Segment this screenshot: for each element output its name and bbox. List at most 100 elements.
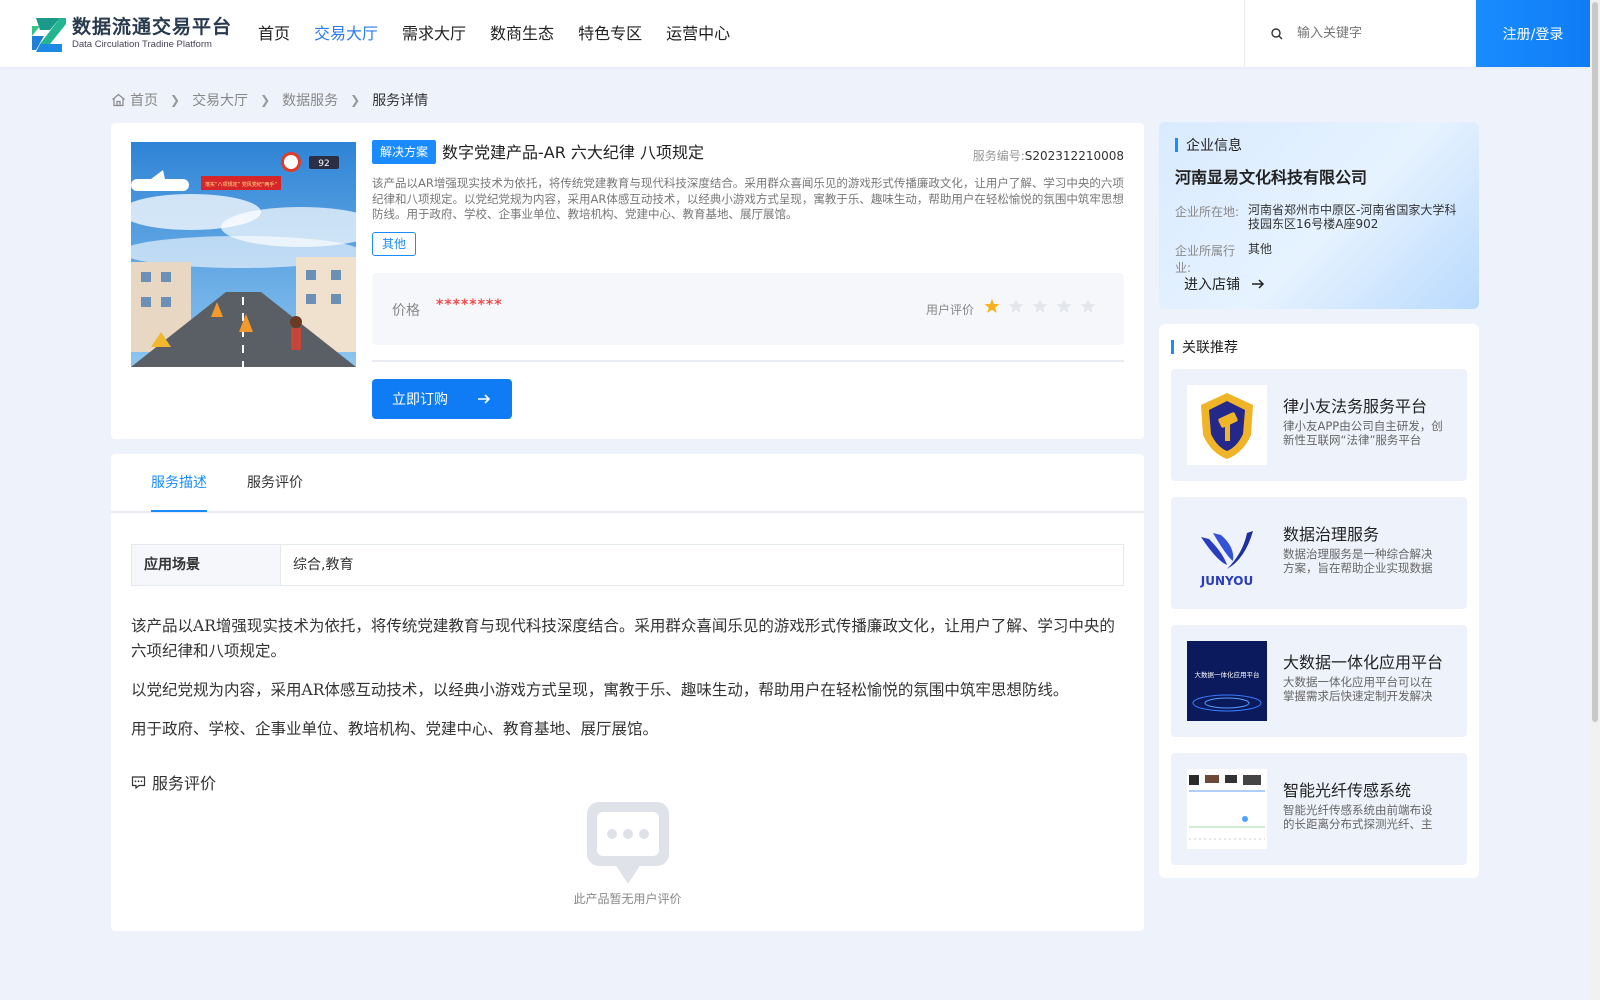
star-icon[interactable]	[1056, 298, 1072, 314]
company-name: 河南显易文化科技有限公司	[1175, 168, 1368, 187]
recommend-thumbnail: JUNYOU	[1187, 513, 1267, 593]
company-section-title: 企业信息	[1186, 138, 1242, 154]
breadcrumb-current: 服务详情	[372, 93, 429, 109]
solution-tag: 解决方案	[372, 140, 437, 164]
company-industry-value: 其他	[1248, 242, 1273, 256]
company-industry-row: 企业所属行业: 其他	[1175, 242, 1460, 276]
price-value: ********	[436, 297, 503, 313]
search-box	[1244, 0, 1476, 67]
breadcrumb-data-service[interactable]: 数据服务	[282, 90, 338, 110]
product-image: 落实“八项规定” 党风党纪“两手” 92	[131, 142, 356, 367]
page-scrollbar[interactable]	[1590, 0, 1600, 1000]
recommend-desc: 大数据一体化应用平台可以在掌握需求后快速定制开发解决方案	[1283, 675, 1433, 703]
top-header: 数据流通交易平台 Data Circulation Tradine Platfo…	[0, 0, 1590, 67]
star-icon[interactable]	[984, 298, 1000, 314]
price-panel: 价格 ******** 用户评价	[372, 273, 1124, 345]
login-register-button[interactable]: 注册/登录	[1476, 0, 1590, 67]
nav-demand-hall[interactable]: 需求大厅	[402, 22, 466, 46]
related-recommendations: 关联推荐 律小友法务服务平台 律小友APP由公司自主研发，创新性互联网“法律”服…	[1159, 324, 1479, 878]
image-banner-text: 落实“八项规定” 党风党纪“两手”	[205, 181, 277, 188]
logo-title: 数据流通交易平台	[72, 16, 233, 38]
description-paragraph: 以党纪党规为内容，采用AR体感互动技术，以经典小游戏方式呈现，寓教于乐、趣味生动…	[131, 681, 1069, 699]
star-icon[interactable]	[1008, 298, 1024, 314]
recommend-thumb-text: 大数据一体化应用平台	[1195, 670, 1260, 679]
recommend-item[interactable]: 大数据一体化应用平台 大数据一体化应用平台 大数据一体化应用平台可以在掌握需求后…	[1171, 625, 1467, 737]
recommend-item[interactable]: 智能光纤传感系统 智能光纤传感系统由前端布设的长距离分布式探测光纤、主机组成	[1171, 753, 1467, 865]
section-bar	[1171, 340, 1174, 354]
service-detail-card: 服务描述 服务评价 应用场景 综合,教育 该产品以AR增强现实技术为依托，将传统…	[111, 454, 1144, 931]
recommend-item[interactable]: 律小友法务服务平台 律小友APP由公司自主研发，创新性互联网“法律”服务平台	[1171, 369, 1467, 481]
service-code: 服务编号:S202312210008	[973, 147, 1124, 164]
section-bar	[1175, 138, 1178, 152]
recommend-desc: 智能光纤传感系统由前端布设的长距离分布式探测光纤、主机组成	[1283, 803, 1433, 831]
recommend-section-header: 关联推荐	[1171, 337, 1238, 357]
company-location-label: 企业所在地:	[1175, 205, 1240, 219]
chevron-right-icon: ❯	[170, 93, 181, 107]
empty-review-text: 此产品暂无用户评价	[573, 892, 682, 906]
empty-comment-icon	[587, 802, 669, 884]
nav-ecosystem[interactable]: 数商生态	[490, 22, 554, 46]
scrollbar-thumb[interactable]	[1592, 2, 1598, 722]
review-section-header: 服务评价	[131, 770, 216, 794]
product-card: 落实“八项规定” 党风党纪“两手” 92 解决方案 数字党建产品-AR 六大纪律…	[111, 123, 1144, 439]
enter-shop-link[interactable]: 进入店铺	[1184, 274, 1266, 294]
tab-service-reviews[interactable]: 服务评价	[247, 472, 303, 492]
detail-tabs: 服务描述 服务评价	[111, 454, 1144, 513]
platform-logo[interactable]: 数据流通交易平台 Data Circulation Tradine Platfo…	[30, 14, 232, 54]
home-icon[interactable]	[111, 93, 126, 107]
application-scenario-table: 应用场景 综合,教育	[131, 544, 1124, 586]
recommend-desc: 数据治理服务是一种综合解决方案，旨在帮助企业实现数据资产价值	[1283, 547, 1433, 575]
recommend-thumbnail	[1187, 769, 1267, 849]
recommend-item[interactable]: JUNYOU 数据治理服务 数据治理服务是一种综合解决方案，旨在帮助企业实现数据…	[1171, 497, 1467, 609]
company-section-header: 企业信息	[1175, 135, 1242, 155]
star-icon[interactable]	[1080, 298, 1096, 314]
product-title: 数字党建产品-AR 六大纪律 八项规定	[442, 143, 705, 162]
recommend-thumbnail: 大数据一体化应用平台	[1187, 641, 1267, 721]
breadcrumb: 首页 ❯ 交易大厅 ❯ 数据服务 ❯ 服务详情	[111, 90, 428, 110]
description-paragraph: 该产品以AR增强现实技术为依托，将传统党建教育与现代科技深度结合。采用群众喜闻乐…	[131, 617, 1115, 660]
order-now-button[interactable]: 立即订购	[372, 379, 512, 419]
arrow-right-icon	[1252, 279, 1265, 289]
breadcrumb-trading-hall[interactable]: 交易大厅	[192, 90, 248, 110]
service-code-value: S202312210008	[1024, 149, 1124, 163]
search-input[interactable]	[1297, 26, 1457, 41]
order-now-label: 立即订购	[392, 392, 448, 408]
nav-special-zone[interactable]: 特色专区	[578, 22, 642, 46]
comment-icon	[131, 775, 146, 789]
logo-mark-icon	[32, 18, 66, 52]
service-code-label: 服务编号:	[972, 149, 1025, 163]
enter-shop-label: 进入店铺	[1184, 277, 1240, 293]
product-summary: 该产品以AR增强现实技术为依托，将传统党建教育与现代科技深度结合。采用群众喜闻乐…	[372, 176, 1124, 221]
nav-operations[interactable]: 运营中心	[666, 22, 730, 46]
search-icon[interactable]	[1271, 27, 1283, 40]
active-tab-indicator	[151, 510, 207, 512]
recommend-title: 律小友法务服务平台	[1283, 397, 1428, 416]
recommend-logo-text: JUNYOU	[1200, 574, 1253, 588]
recommend-section-title: 关联推荐	[1182, 340, 1238, 356]
scenario-value: 综合,教育	[293, 557, 354, 573]
company-industry-label: 企业所属行业:	[1175, 244, 1236, 275]
star-icon[interactable]	[1032, 298, 1048, 314]
recommend-title: 数据治理服务	[1283, 525, 1380, 544]
recommend-thumbnail	[1187, 385, 1267, 465]
company-location-row: 企业所在地: 河南省郑州市中原区-河南省国家大学科技园东区16号楼A座902	[1175, 203, 1460, 231]
rating-label: 用户评价	[926, 303, 975, 317]
review-section-title: 服务评价	[152, 774, 217, 793]
recommend-desc: 律小友APP由公司自主研发，创新性互联网“法律”服务平台	[1283, 419, 1443, 447]
divider	[372, 360, 1124, 362]
arrow-right-icon	[478, 394, 491, 404]
tab-service-description[interactable]: 服务描述	[151, 472, 207, 492]
nav-trading-hall[interactable]: 交易大厅	[314, 22, 378, 46]
main-nav: 首页 交易大厅 需求大厅 数商生态 特色专区 运营中心	[258, 22, 754, 46]
logo-subtitle: Data Circulation Tradine Platform	[72, 39, 212, 50]
description-paragraph: 用于政府、学校、企事业单位、教培机构、党建中心、教育基地、展厅展馆。	[131, 720, 659, 738]
nav-home[interactable]: 首页	[258, 22, 290, 46]
scenario-label: 应用场景	[132, 545, 281, 585]
rating-stars[interactable]	[984, 298, 1104, 314]
chevron-right-icon: ❯	[260, 93, 271, 107]
category-chip: 其他	[372, 232, 417, 256]
breadcrumb-home[interactable]: 首页	[130, 90, 158, 110]
recommend-title: 大数据一体化应用平台	[1283, 653, 1444, 672]
company-info-card: 企业信息 河南显易文化科技有限公司 企业所在地: 河南省郑州市中原区-河南省国家…	[1159, 122, 1479, 309]
image-score-text: 92	[318, 159, 329, 169]
